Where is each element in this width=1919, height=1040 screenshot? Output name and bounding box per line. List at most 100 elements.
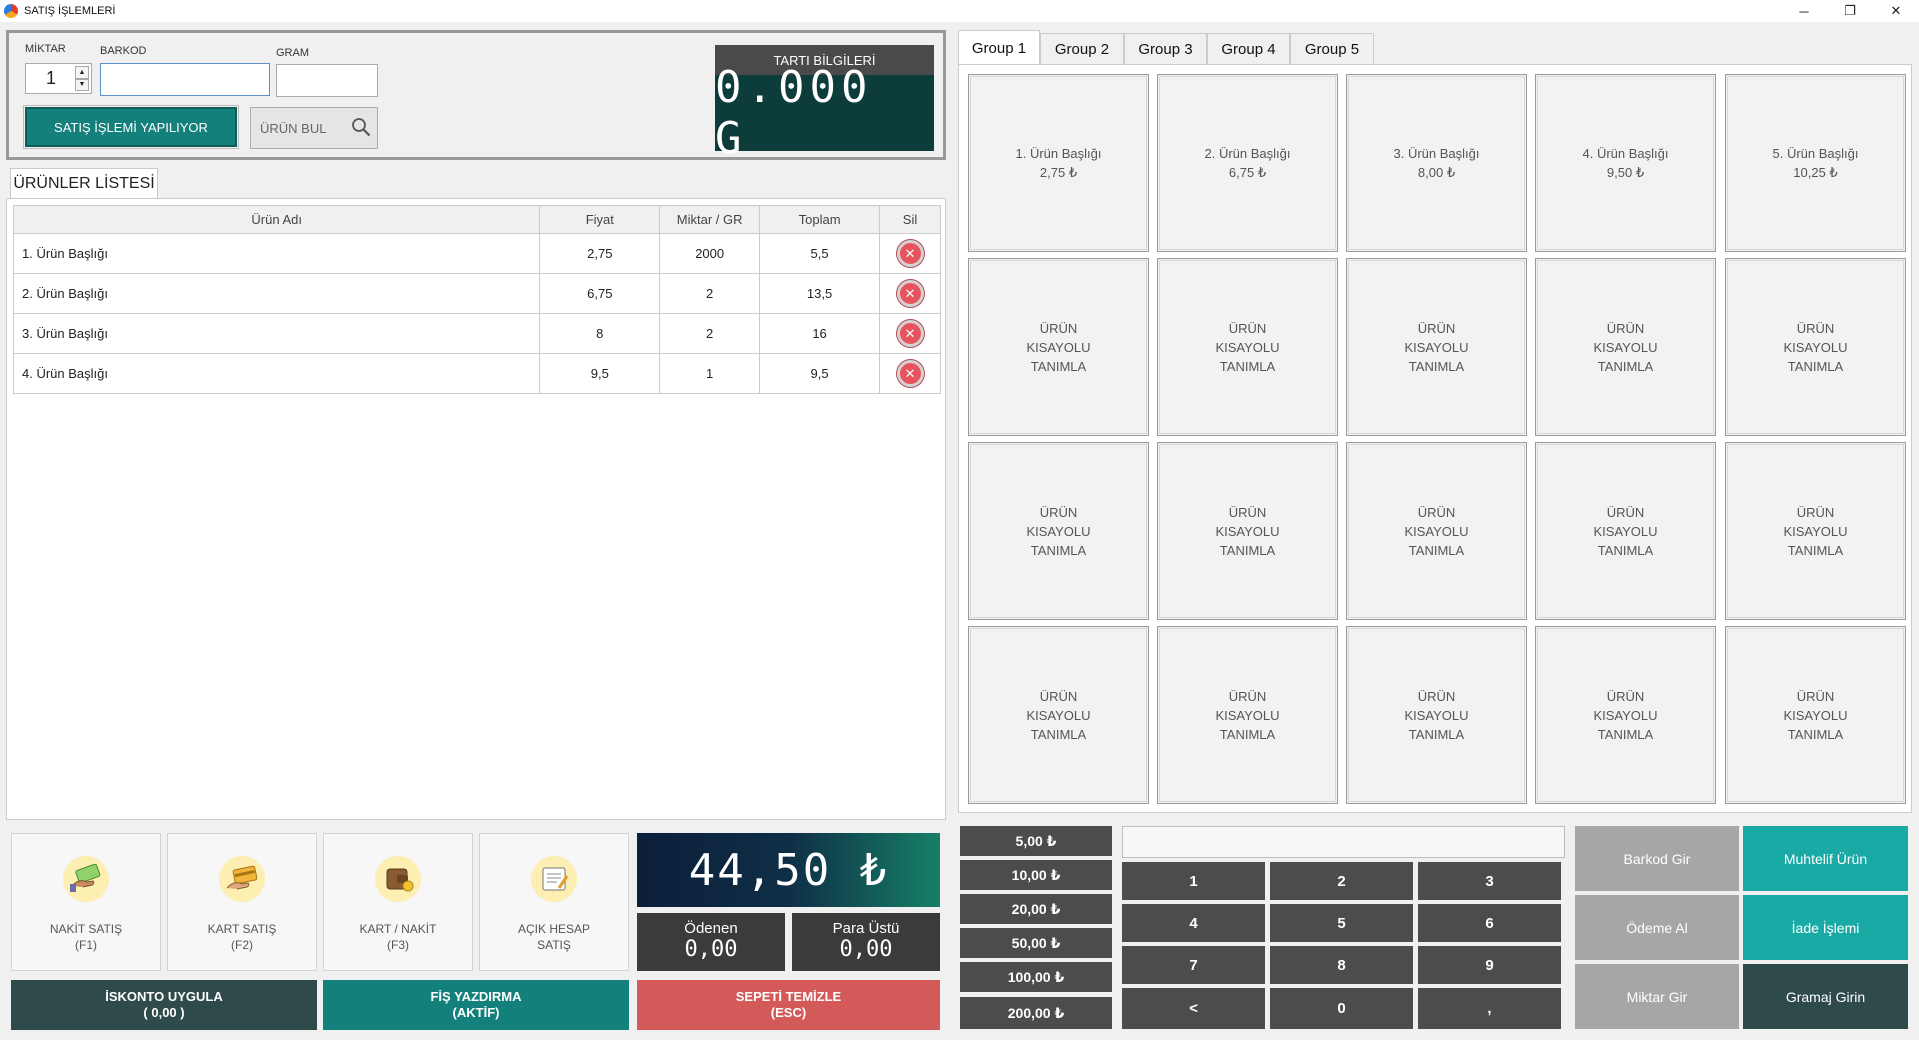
app-logo-icon: [4, 4, 18, 18]
delete-row-icon[interactable]: ✕: [896, 360, 924, 387]
table-row[interactable]: 2. Ürün Başlığı 6,75 2 13,5 ✕: [12, 273, 941, 314]
define-shortcut-tile[interactable]: ÜRÜN KISAYOLU TANIMLA: [1725, 442, 1906, 620]
quantity-entry-button[interactable]: Miktar Gir: [1575, 964, 1739, 1029]
minimize-button[interactable]: ─: [1781, 0, 1827, 22]
define-shortcut-tile[interactable]: ÜRÜN KISAYOLU TANIMLA: [1535, 626, 1716, 804]
numpad-key-comma[interactable]: ,: [1418, 988, 1561, 1029]
sales-mode-button[interactable]: SATIŞ İŞLEMİ YAPILIYOR: [23, 105, 239, 149]
barkod-input[interactable]: [100, 63, 270, 96]
numpad-key-7[interactable]: 7: [1122, 946, 1265, 984]
define-shortcut-tile[interactable]: ÜRÜN KISAYOLU TANIMLA: [1535, 442, 1716, 620]
stepper-down-icon[interactable]: ▼: [75, 78, 89, 91]
numpad-key-2[interactable]: 2: [1270, 862, 1413, 900]
card-cash-button[interactable]: KART / NAKİT (F3): [323, 833, 473, 971]
close-button[interactable]: ✕: [1873, 0, 1919, 22]
column-header-qty[interactable]: Miktar / GR: [659, 205, 761, 234]
define-shortcut-tile[interactable]: ÜRÜN KISAYOLU TANIMLA: [1346, 442, 1527, 620]
weight-entry-button[interactable]: Gramaj Girin: [1743, 964, 1908, 1029]
stepper-up-icon[interactable]: ▲: [75, 66, 89, 79]
open-account-label: AÇIK HESAP SATIŞ: [517, 922, 591, 952]
numpad-display[interactable]: [1122, 826, 1565, 858]
tab-products-list[interactable]: ÜRÜNLER LİSTESİ: [10, 168, 158, 199]
change-display: Para Üstü 0,00: [792, 913, 940, 971]
miktar-stepper[interactable]: 1 ▲ ▼: [25, 63, 92, 94]
tab-group-3[interactable]: Group 3: [1124, 33, 1207, 65]
numpad-key-3[interactable]: 3: [1418, 862, 1561, 900]
tab-group-4[interactable]: Group 4: [1207, 33, 1290, 65]
cell-delete: ✕: [879, 273, 941, 314]
column-header-price[interactable]: Fiyat: [539, 205, 661, 234]
tab-group-5[interactable]: Group 5: [1290, 33, 1374, 65]
numpad-key-backspace[interactable]: <: [1122, 988, 1265, 1029]
money-button-10[interactable]: 10,00 ₺: [960, 860, 1112, 890]
clear-cart-button[interactable]: SEPETİ TEMİZLE (ESC): [637, 980, 940, 1030]
cell-name: 1. Ürün Başlığı: [12, 233, 541, 274]
money-button-200[interactable]: 200,00 ₺: [960, 997, 1112, 1029]
refund-button[interactable]: İade İşlemi: [1743, 895, 1908, 960]
column-header-delete[interactable]: Sil: [879, 205, 941, 234]
money-button-5[interactable]: 5,00 ₺: [960, 826, 1112, 856]
delete-row-icon[interactable]: ✕: [896, 280, 924, 307]
cell-total: 5,5: [759, 233, 881, 274]
card-cash-label: KART / NAKİT (F3): [359, 922, 437, 952]
delete-row-icon[interactable]: ✕: [896, 240, 924, 267]
numpad-key-5[interactable]: 5: [1270, 904, 1413, 942]
miktar-value[interactable]: 1: [26, 64, 76, 93]
numpad-key-1[interactable]: 1: [1122, 862, 1265, 900]
column-header-name[interactable]: Ürün Adı: [12, 205, 541, 234]
cell-price: 9,5: [539, 353, 661, 394]
column-header-total[interactable]: Toplam: [759, 205, 881, 234]
numpad-key-9[interactable]: 9: [1418, 946, 1561, 984]
tab-group-2[interactable]: Group 2: [1040, 33, 1124, 65]
define-shortcut-tile[interactable]: ÜRÜN KISAYOLU TANIMLA: [968, 626, 1149, 804]
apply-discount-button[interactable]: İSKONTO UYGULA( 0,00 ): [11, 980, 317, 1030]
money-button-50[interactable]: 50,00 ₺: [960, 928, 1112, 958]
product-shortcut-3[interactable]: 3. Ürün Başlığı 8,00 ₺: [1346, 74, 1527, 252]
define-shortcut-tile[interactable]: ÜRÜN KISAYOLU TANIMLA: [1157, 442, 1338, 620]
find-product-button[interactable]: ÜRÜN BUL: [250, 107, 378, 149]
money-button-100[interactable]: 100,00 ₺: [960, 962, 1112, 992]
restore-button[interactable]: ❐: [1827, 0, 1873, 22]
products-table: Ürün Adı Fiyat Miktar / GR Toplam Sil 1.…: [12, 205, 941, 394]
stepper-arrows: ▲ ▼: [75, 66, 89, 91]
product-shortcut-5[interactable]: 5. Ürün Başlığı 10,25 ₺: [1725, 74, 1906, 252]
table-row[interactable]: 4. Ürün Başlığı 9,5 1 9,5 ✕: [12, 353, 941, 394]
barcode-entry-button[interactable]: Barkod Gir: [1575, 826, 1739, 891]
define-shortcut-tile[interactable]: ÜRÜN KISAYOLU TANIMLA: [1157, 626, 1338, 804]
define-shortcut-tile[interactable]: ÜRÜN KISAYOLU TANIMLA: [968, 258, 1149, 436]
define-shortcut-tile[interactable]: ÜRÜN KISAYOLU TANIMLA: [1346, 258, 1527, 436]
cell-total: 16: [759, 313, 881, 354]
table-row[interactable]: 1. Ürün Başlığı 2,75 2000 5,5 ✕: [12, 233, 941, 274]
scale-panel: TARTI BİLGİLERİ 0.000 G: [715, 45, 934, 164]
define-shortcut-tile[interactable]: ÜRÜN KISAYOLU TANIMLA: [968, 442, 1149, 620]
numpad-key-0[interactable]: 0: [1270, 988, 1413, 1029]
define-shortcut-tile[interactable]: ÜRÜN KISAYOLU TANIMLA: [1725, 258, 1906, 436]
numpad-key-6[interactable]: 6: [1418, 904, 1561, 942]
define-shortcut-tile[interactable]: ÜRÜN KISAYOLU TANIMLA: [1346, 626, 1527, 804]
money-button-20[interactable]: 20,00 ₺: [960, 894, 1112, 924]
product-shortcut-4[interactable]: 4. Ürün Başlığı 9,50 ₺: [1535, 74, 1716, 252]
open-account-sale-button[interactable]: AÇIK HESAP SATIŞ: [479, 833, 629, 971]
numpad-key-8[interactable]: 8: [1270, 946, 1413, 984]
card-sale-button[interactable]: KART SATIŞ (F2): [167, 833, 317, 971]
table-row[interactable]: 3. Ürün Başlığı 8 2 16 ✕: [12, 313, 941, 354]
cell-delete: ✕: [879, 313, 941, 354]
tab-group-1[interactable]: Group 1: [958, 30, 1040, 66]
take-payment-button[interactable]: Ödeme Al: [1575, 895, 1739, 960]
cash-sale-label: NAKİT SATIŞ (F1): [49, 922, 123, 952]
gram-input[interactable]: [276, 64, 378, 97]
delete-row-icon[interactable]: ✕: [896, 320, 924, 347]
define-shortcut-tile[interactable]: ÜRÜN KISAYOLU TANIMLA: [1535, 258, 1716, 436]
numpad-key-4[interactable]: 4: [1122, 904, 1265, 942]
barkod-label: BARKOD: [100, 45, 147, 57]
cash-sale-button[interactable]: NAKİT SATIŞ (F1): [11, 833, 161, 971]
search-icon: [352, 118, 371, 137]
define-shortcut-tile[interactable]: ÜRÜN KISAYOLU TANIMLA: [1725, 626, 1906, 804]
shortcut-grid-panel: 1. Ürün Başlığı 2,75 ₺ 2. Ürün Başlığı 6,7…: [958, 64, 1912, 813]
product-shortcut-1[interactable]: 1. Ürün Başlığı 2,75 ₺: [968, 74, 1149, 252]
misc-product-button[interactable]: Muhtelif Ürün: [1743, 826, 1908, 891]
define-shortcut-tile[interactable]: ÜRÜN KISAYOLU TANIMLA: [1157, 258, 1338, 436]
receipt-print-button[interactable]: FİŞ YAZDIRMA (AKTİF): [323, 980, 629, 1030]
window-controls: ─ ❐ ✕: [1781, 0, 1919, 22]
product-shortcut-2[interactable]: 2. Ürün Başlığı 6,75 ₺: [1157, 74, 1338, 252]
